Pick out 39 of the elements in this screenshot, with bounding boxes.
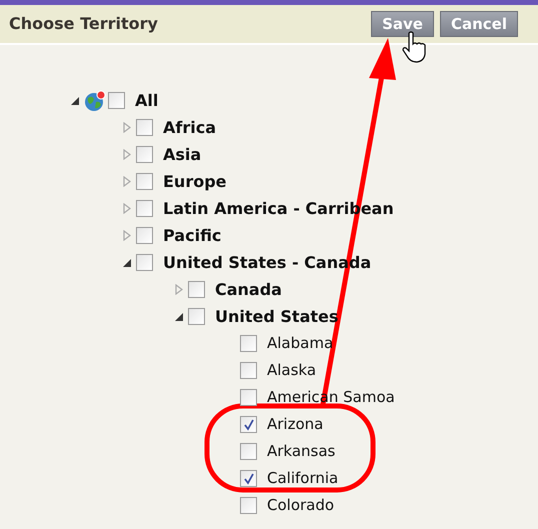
tree-item-label[interactable]: Asia — [163, 142, 202, 166]
tree-item-label[interactable]: Pacific — [163, 224, 222, 248]
checkbox[interactable] — [136, 200, 153, 217]
expand-arrow-icon[interactable] — [123, 122, 131, 133]
tree-item-label[interactable]: Alaska — [267, 359, 316, 382]
tree-item-label[interactable]: Arkansas — [267, 440, 336, 463]
tree-item-label[interactable]: Colorado — [267, 494, 334, 517]
checkbox[interactable] — [240, 335, 257, 352]
tree-item-label[interactable]: Africa — [163, 116, 216, 140]
globe-icon — [84, 90, 106, 112]
checkbox[interactable] — [188, 281, 205, 298]
tree-item-label[interactable]: California — [267, 467, 338, 490]
checkbox[interactable] — [240, 362, 257, 379]
checkbox[interactable] — [108, 92, 125, 109]
collapse-arrow-icon[interactable] — [123, 258, 131, 266]
expand-arrow-icon[interactable] — [123, 230, 131, 241]
collapse-arrow-icon[interactable] — [175, 312, 183, 320]
checkbox[interactable] — [136, 146, 153, 163]
expand-arrow-icon[interactable] — [123, 203, 131, 214]
expand-arrow-icon[interactable] — [123, 149, 131, 160]
tree-item-label[interactable]: Arizona — [267, 413, 324, 436]
checkbox[interactable] — [136, 254, 153, 271]
checkbox[interactable] — [240, 443, 257, 460]
checkbox[interactable] — [188, 308, 205, 325]
checkbox[interactable] — [240, 497, 257, 514]
tree-item-label[interactable]: Canada — [215, 278, 282, 302]
checkbox[interactable] — [136, 173, 153, 190]
expand-arrow-icon[interactable] — [175, 284, 183, 295]
checkbox[interactable] — [136, 227, 153, 244]
tree-item-label[interactable]: Alabama — [267, 332, 334, 355]
dialog-title: Choose Territory — [9, 13, 158, 35]
tree-item-label[interactable]: Europe — [163, 170, 227, 194]
expand-arrow-icon[interactable] — [123, 176, 131, 187]
collapse-arrow-icon[interactable] — [71, 96, 79, 104]
checkbox[interactable] — [240, 416, 257, 433]
checkbox[interactable] — [240, 470, 257, 487]
checkbox[interactable] — [136, 119, 153, 136]
tree-item-label[interactable]: All — [135, 88, 158, 112]
checkbox[interactable] — [240, 389, 257, 406]
